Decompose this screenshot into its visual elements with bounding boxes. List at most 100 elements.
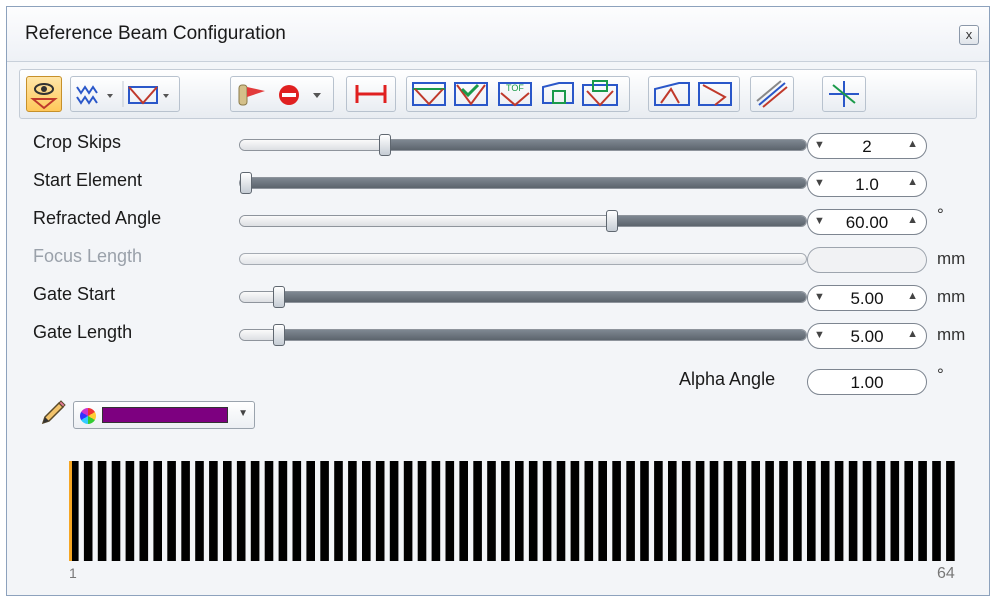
spin-up-icon[interactable]: ▲ (907, 328, 918, 340)
slider-thumb[interactable] (273, 324, 285, 346)
window-title: Reference Beam Configuration (25, 23, 286, 44)
element-bar[interactable] (737, 461, 747, 561)
element-bar[interactable] (223, 461, 232, 561)
refract-left-icon (654, 82, 690, 106)
element-bar[interactable] (236, 461, 246, 561)
param-slider[interactable] (239, 172, 807, 194)
element-bar[interactable] (250, 461, 260, 561)
element-bar[interactable] (807, 461, 816, 561)
element-bar[interactable] (459, 461, 468, 561)
element-bars[interactable] (69, 461, 959, 561)
element-bar[interactable] (626, 461, 635, 561)
element-bar[interactable] (501, 461, 510, 561)
element-bar[interactable] (681, 461, 691, 561)
element-bar[interactable] (862, 461, 872, 561)
spin-up-icon[interactable]: ▲ (907, 176, 918, 188)
element-bar[interactable] (570, 461, 580, 561)
element-bar[interactable] (334, 461, 343, 561)
param-spinner[interactable]: ▼ 1.0 ▲ (807, 171, 927, 197)
element-bar[interactable] (556, 461, 566, 561)
element-bar[interactable] (918, 461, 927, 561)
slider-thumb[interactable] (273, 286, 285, 308)
element-bar[interactable] (306, 461, 315, 561)
element-bar[interactable] (181, 461, 190, 561)
waveform-dropdown-button[interactable] (70, 76, 180, 112)
spin-up-icon[interactable]: ▲ (907, 290, 918, 302)
element-bar[interactable] (209, 461, 218, 561)
element-bar[interactable] (640, 461, 649, 561)
probe-dropdown-button[interactable] (230, 76, 334, 112)
param-slider[interactable] (239, 286, 807, 308)
param-slider[interactable] (239, 324, 807, 346)
element-bar[interactable] (97, 461, 107, 561)
element-bar[interactable] (153, 461, 162, 561)
alpha-angle-field[interactable]: 1.00 (807, 369, 927, 395)
element-bar[interactable] (83, 461, 93, 561)
element-bar[interactable] (389, 461, 399, 561)
element-bar[interactable] (195, 461, 204, 561)
element-bar[interactable] (876, 461, 886, 561)
param-unit: mm (937, 287, 966, 306)
slider-thumb[interactable] (606, 210, 618, 232)
element-bar[interactable] (292, 461, 302, 561)
param-unit: ° (937, 205, 944, 224)
view-eye-button[interactable] (26, 76, 62, 112)
element-bar[interactable] (515, 461, 524, 561)
slider-thumb[interactable] (240, 172, 252, 194)
element-bar[interactable] (431, 461, 441, 561)
element-bar[interactable] (320, 461, 329, 561)
spin-up-icon[interactable]: ▲ (907, 138, 918, 150)
element-bar[interactable] (890, 461, 900, 561)
element-bar[interactable] (834, 461, 844, 561)
crosshair-button[interactable] (822, 76, 866, 112)
element-bar[interactable] (528, 461, 538, 561)
element-bar[interactable] (751, 461, 760, 561)
element-bar[interactable] (167, 461, 176, 561)
element-bar[interactable] (264, 461, 274, 561)
pencil-icon[interactable] (37, 399, 67, 429)
element-bar[interactable] (584, 461, 594, 561)
element-bar[interactable] (111, 461, 121, 561)
param-spinner[interactable]: ▼ 5.00 ▲ (807, 323, 927, 349)
param-spinner[interactable]: ▼ 60.00 ▲ (807, 209, 927, 235)
slider-thumb[interactable] (379, 134, 391, 156)
element-bar[interactable] (348, 461, 357, 561)
element-bar[interactable] (793, 461, 802, 561)
element-bar[interactable] (612, 461, 621, 561)
element-bar[interactable] (417, 461, 427, 561)
element-bar[interactable] (403, 461, 413, 561)
element-bar[interactable] (932, 461, 941, 561)
element-bar[interactable] (362, 461, 371, 561)
element-bar[interactable] (695, 461, 705, 561)
element-bar[interactable] (542, 461, 552, 561)
element-bar[interactable] (765, 461, 774, 561)
element-bar[interactable] (668, 461, 677, 561)
param-slider[interactable] (239, 134, 807, 156)
spin-up-icon[interactable]: ▲ (907, 214, 918, 226)
element-bar[interactable] (904, 461, 913, 561)
element-bar[interactable] (445, 461, 455, 561)
measure-span-button[interactable] (346, 76, 396, 112)
close-button[interactable]: x (959, 25, 979, 45)
element-bar[interactable] (125, 461, 135, 561)
element-strip: 1 64 (49, 447, 965, 595)
param-spinner[interactable]: ▼ 2 ▲ (807, 133, 927, 159)
element-bar[interactable] (779, 461, 788, 561)
element-bar[interactable] (946, 461, 955, 561)
element-bar[interactable] (820, 461, 830, 561)
param-spinner[interactable]: ▼ 5.00 ▲ (807, 285, 927, 311)
color-picker-dropdown[interactable]: ▼ (73, 401, 255, 429)
element-bar[interactable] (278, 461, 288, 561)
element-bar[interactable] (848, 461, 858, 561)
selected-element-marker[interactable] (69, 461, 72, 561)
element-bar[interactable] (709, 461, 719, 561)
rays-button[interactable] (750, 76, 794, 112)
element-bar[interactable] (473, 461, 482, 561)
element-bar[interactable] (139, 461, 149, 561)
param-slider[interactable] (239, 210, 807, 232)
element-bar[interactable] (598, 461, 607, 561)
element-bar[interactable] (654, 461, 663, 561)
element-bar[interactable] (723, 461, 733, 561)
element-bar[interactable] (375, 461, 385, 561)
element-bar[interactable] (487, 461, 496, 561)
